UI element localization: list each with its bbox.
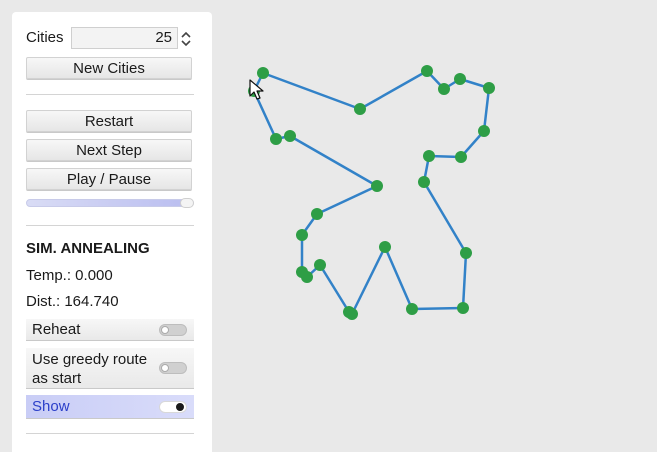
new-cities-button[interactable]: New Cities <box>26 57 192 79</box>
city-marker <box>296 229 308 241</box>
divider <box>26 94 194 95</box>
city-marker <box>379 241 391 253</box>
city-marker <box>455 151 467 163</box>
city-marker <box>343 306 355 318</box>
reheat-toggle[interactable]: Reheat <box>26 319 194 341</box>
distance-readout: Dist.: 164.740 <box>26 293 119 310</box>
route-path <box>252 69 491 316</box>
city-marker <box>354 103 366 115</box>
divider <box>26 225 194 226</box>
city-marker <box>457 302 469 314</box>
play-pause-button[interactable]: Play / Pause <box>26 168 192 190</box>
algorithm-title: SIM. ANNEALING <box>26 240 150 257</box>
speed-slider[interactable] <box>26 198 194 208</box>
show-label: Show <box>32 398 70 415</box>
city-marker <box>454 73 466 85</box>
city-marker <box>421 65 433 77</box>
city-marker <box>311 208 323 220</box>
tsp-canvas[interactable] <box>212 0 657 441</box>
reheat-label: Reheat <box>32 321 81 338</box>
switch-knob <box>161 326 169 334</box>
city-marker <box>438 83 450 95</box>
restart-button[interactable]: Restart <box>26 110 192 132</box>
city-marker <box>257 67 269 79</box>
city-marker <box>270 133 282 145</box>
greedy-route-toggle[interactable]: Use greedy route as start <box>26 348 194 389</box>
city-marker <box>284 130 296 142</box>
cities-label: Cities <box>26 29 64 46</box>
city-marker <box>371 180 383 192</box>
show-switch[interactable] <box>159 401 187 413</box>
city-marker <box>478 125 490 137</box>
control-panel: Cities 25 New Cities Restart Next Step P… <box>12 12 212 452</box>
switch-knob <box>161 364 169 372</box>
reheat-switch[interactable] <box>159 324 187 336</box>
city-marker <box>296 266 308 278</box>
city-marker <box>423 150 435 162</box>
cities-number-input[interactable]: 25 <box>71 27 178 49</box>
city-marker <box>406 303 418 315</box>
spinner-arrows-icon[interactable] <box>180 30 192 48</box>
city-marker <box>483 82 495 94</box>
divider <box>26 433 194 434</box>
temperature-readout: Temp.: 0.000 <box>26 267 113 284</box>
speed-slider-thumb[interactable] <box>180 198 194 208</box>
city-marker <box>418 176 430 188</box>
greedy-route-switch[interactable] <box>159 362 187 374</box>
show-toggle[interactable]: Show <box>26 395 194 419</box>
next-step-button[interactable]: Next Step <box>26 139 192 161</box>
city-marker <box>314 259 326 271</box>
city-marker <box>460 247 472 259</box>
switch-knob <box>176 403 184 411</box>
mouse-pointer-icon <box>249 79 264 100</box>
